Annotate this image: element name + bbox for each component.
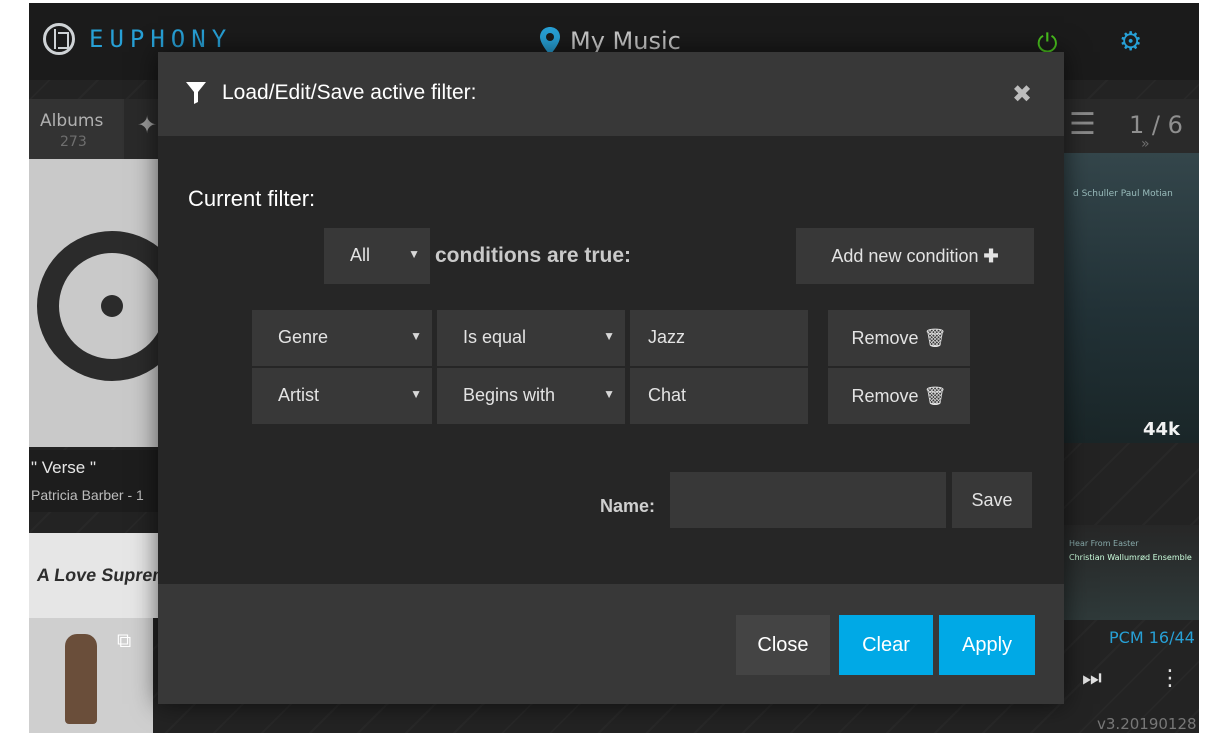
- chevron-down-icon: ▼: [603, 329, 615, 343]
- magic-wand-icon[interactable]: ✦: [137, 111, 157, 139]
- more-vertical-icon[interactable]: ⋮: [1159, 666, 1181, 691]
- album-title: " Verse ": [31, 458, 96, 477]
- audio-format: PCM 16/44: [1109, 628, 1195, 647]
- condition-field-value: Artist: [278, 385, 320, 405]
- filter-dialog: Load/Edit/Save active filter: ✖ Current …: [158, 52, 1064, 704]
- app-root: EUPHONY My Music ⏻ ⚙ Albums 273 ✦ ☰ 1 / …: [0, 0, 1209, 733]
- dialog-title: Load/Edit/Save active filter:: [222, 81, 477, 104]
- list-icon[interactable]: ☰: [1069, 107, 1096, 142]
- remove-condition-button[interactable]: Remove 🗑: [828, 310, 970, 366]
- condition-operator-select[interactable]: Begins with ▼: [437, 368, 625, 424]
- album-cover-love-supreme[interactable]: A Love Supreme: [29, 533, 180, 618]
- brand-name: EUPHONY: [89, 25, 233, 53]
- condition-operator-value: Begins with: [463, 385, 556, 405]
- euphony-logo-icon[interactable]: [43, 23, 75, 55]
- skip-next-icon[interactable]: ⏭: [1082, 666, 1102, 691]
- condition-operator-select[interactable]: Is equal ▼: [437, 310, 625, 366]
- filter-name-input[interactable]: [670, 472, 946, 528]
- album-cover-clapton[interactable]: ⧉: [29, 618, 153, 733]
- add-condition-label: Add new condition: [831, 246, 979, 266]
- cover-figure: [65, 634, 97, 724]
- condition-operator-value: Is equal: [463, 327, 527, 347]
- match-mode-select[interactable]: All ▼: [324, 228, 430, 284]
- remove-label: Remove: [851, 328, 919, 348]
- cover-text: d Schuller Paul Motian: [1073, 189, 1173, 199]
- page-indicator: 1 / 6: [1129, 111, 1183, 139]
- cover-text-line1: Hear From Easter: [1069, 539, 1139, 548]
- next-page-icon[interactable]: »: [1141, 136, 1150, 152]
- save-button[interactable]: Save: [952, 472, 1032, 528]
- version-label: v3.20190128: [1097, 715, 1197, 733]
- remove-label: Remove: [851, 386, 919, 406]
- apply-button[interactable]: Apply: [939, 615, 1035, 675]
- remove-condition-button[interactable]: Remove 🗑: [828, 368, 970, 424]
- condition-field-select[interactable]: Artist ▼: [252, 368, 432, 424]
- dialog-footer: Close Clear Apply: [158, 584, 1064, 704]
- chevron-down-icon: ▼: [410, 387, 422, 401]
- filter-icon: [186, 82, 206, 104]
- close-icon[interactable]: ✖: [1012, 80, 1032, 109]
- album-caption: " Verse " Patricia Barber - 1: [29, 450, 165, 512]
- chevron-down-icon: ▼: [410, 329, 422, 343]
- albums-tab[interactable]: Albums 273: [29, 99, 124, 159]
- filter-name-label: Name:: [600, 496, 656, 516]
- album-cover-right[interactable]: d Schuller Paul Motian 44k: [1063, 153, 1199, 443]
- trash-icon: 🗑: [923, 328, 947, 348]
- albums-count: 273: [60, 134, 87, 150]
- condition-field-select[interactable]: Genre ▼: [252, 310, 432, 366]
- gear-icon[interactable]: ⚙: [1119, 27, 1142, 57]
- trash-icon: 🗑: [923, 386, 947, 406]
- clear-button[interactable]: Clear: [839, 615, 933, 675]
- album-cover-wallumrod[interactable]: Hear From Easter Christian Wallumrød Ens…: [1063, 525, 1199, 620]
- chevron-down-icon: ▼: [603, 387, 615, 401]
- window-restore-icon[interactable]: ⧉: [117, 628, 131, 652]
- condition-value-text: Jazz: [648, 327, 686, 347]
- condition-value-input[interactable]: Chat: [630, 368, 808, 424]
- sample-rate-badge: 44k: [1143, 419, 1181, 440]
- map-marker-icon: [540, 27, 560, 55]
- plus-icon: ✚: [983, 246, 999, 266]
- location-title[interactable]: My Music: [570, 27, 681, 55]
- condition-value-text: Chat: [648, 385, 687, 405]
- albums-tab-label: Albums: [40, 111, 104, 131]
- album-cover[interactable]: [29, 159, 187, 447]
- conditions-text: conditions are true:: [435, 244, 632, 267]
- condition-field-value: Genre: [278, 327, 329, 347]
- match-mode-value: All: [350, 245, 371, 265]
- album-artist: Patricia Barber - 1: [31, 487, 144, 503]
- cover-text-line2: Christian Wallumrød Ensemble: [1069, 553, 1192, 562]
- current-filter-label: Current filter:: [188, 186, 316, 211]
- condition-value-input[interactable]: Jazz: [630, 310, 808, 366]
- dialog-header: Load/Edit/Save active filter: ✖: [158, 52, 1064, 136]
- add-condition-button[interactable]: Add new condition ✚: [796, 228, 1034, 284]
- close-button[interactable]: Close: [736, 615, 830, 675]
- chevron-down-icon: ▼: [408, 247, 420, 261]
